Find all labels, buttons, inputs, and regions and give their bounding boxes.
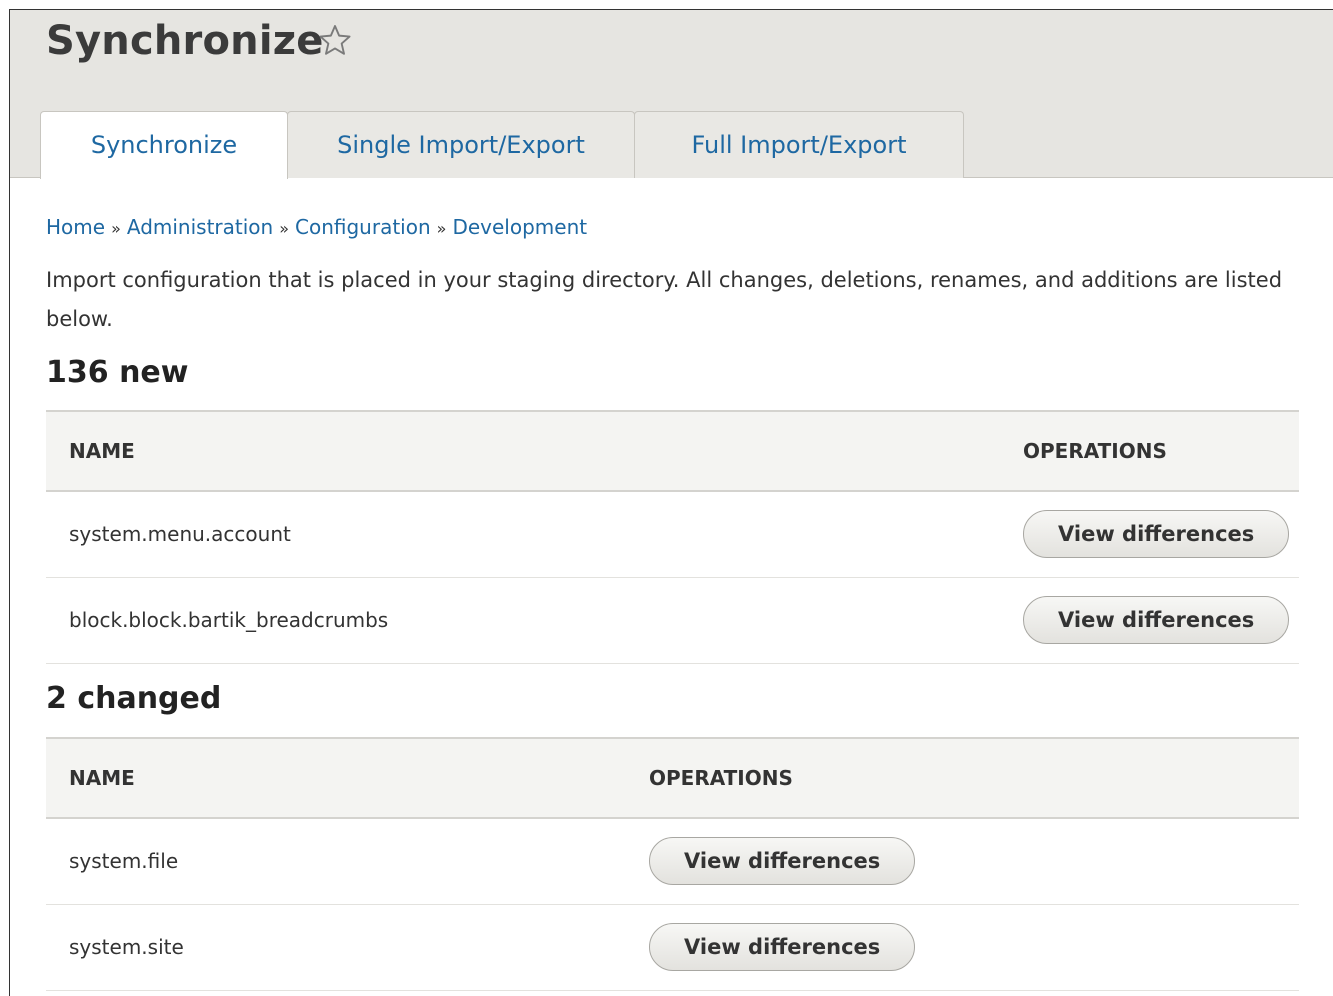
config-name: block.block.bartik_breadcrumbs — [46, 577, 1023, 664]
table-row: system.menu.account View differences — [46, 491, 1299, 578]
breadcrumb-link-home[interactable]: Home — [46, 215, 105, 239]
table-row: system.site View differences — [46, 904, 1299, 991]
operations-cell: View differences — [1023, 491, 1299, 578]
config-name: system.site — [46, 904, 649, 991]
table-header-row: NAME OPERATIONS — [46, 410, 1299, 492]
breadcrumb-link-administration[interactable]: Administration — [127, 215, 273, 239]
page-description: Import configuration that is placed in y… — [46, 268, 1283, 331]
star-outline-icon[interactable] — [316, 22, 354, 60]
config-name: system.file — [46, 818, 649, 905]
view-differences-button[interactable]: View differences — [649, 923, 916, 971]
table-row: block.block.bartik_breadcrumbs View diff… — [46, 577, 1299, 664]
section-title-changed: 2 changed — [46, 681, 222, 716]
operations-cell: View differences — [1023, 577, 1299, 664]
breadcrumb-separator: » — [111, 219, 121, 238]
page-frame: Synchronize Synchronize Single Import/Ex… — [9, 9, 1333, 996]
new-config-table: NAME OPERATIONS system.menu.account View… — [46, 410, 1299, 664]
table-row: system.file View differences — [46, 818, 1299, 905]
table-header-row: NAME OPERATIONS — [46, 737, 1299, 819]
tab-single-import-export[interactable]: Single Import/Export — [287, 111, 635, 178]
column-header-name: NAME — [46, 737, 649, 819]
operations-cell: View differences — [649, 904, 1299, 991]
operations-cell: View differences — [649, 818, 1299, 905]
breadcrumb: Home » Administration » Configuration » Develo… — [46, 215, 587, 239]
section-title-new: 136 new — [46, 355, 189, 390]
page-header: Synchronize Synchronize Single Import/Ex… — [10, 10, 1333, 179]
column-header-operations: OPERATIONS — [1023, 410, 1299, 492]
changed-config-table: NAME OPERATIONS system.file View differe… — [46, 737, 1299, 991]
column-header-name: NAME — [46, 410, 1023, 492]
view-differences-button[interactable]: View differences — [649, 837, 916, 886]
view-differences-button[interactable]: View differences — [1023, 510, 1290, 559]
tab-full-import-export[interactable]: Full Import/Export — [634, 111, 964, 178]
breadcrumb-link-configuration[interactable]: Configuration — [295, 215, 431, 239]
breadcrumb-link-development[interactable]: Development — [452, 215, 587, 239]
page-title: Synchronize — [46, 18, 324, 64]
view-differences-button[interactable]: View differences — [1023, 596, 1290, 644]
column-header-operations: OPERATIONS — [649, 737, 1299, 819]
tab-synchronize[interactable]: Synchronize — [40, 111, 288, 179]
breadcrumb-separator: » — [279, 219, 290, 238]
config-name: system.menu.account — [46, 491, 1023, 578]
breadcrumb-separator: » — [436, 219, 447, 238]
